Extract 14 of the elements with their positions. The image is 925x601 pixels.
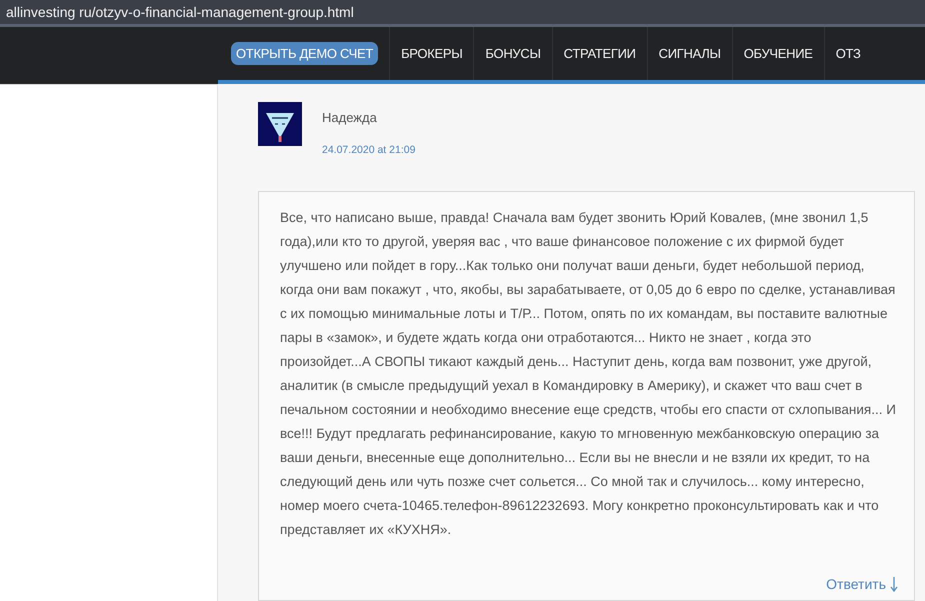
avatar-icon (258, 102, 302, 146)
reply-link[interactable]: Ответить (826, 576, 886, 592)
nav-link[interactable]: СТРАТЕГИИ (564, 46, 636, 61)
nav-link[interactable]: ОБУЧЕНИЕ (744, 46, 813, 61)
address-bar[interactable]: allinvesting ru/otzyv-o-financial-management-group.html (0, 0, 925, 27)
comment-text: Все, что написано выше, правда! Сначала вам будет звонить Юрий Ковалев, (мне звонил 1,5 года),или кто то другой, уверяя вас , что ваше финансовое положение с их фирмой будет улучшено или пойдет в гору...Как только они получат ваши деньги, будет небольшой период, когда они вам покажут , что, якобы, вы зарабатываете, от 0,05 до 6 евро по сделке, устанавливая с их помощью минимальные лоты и Т/Р... Потом, опять по их командам, вы поставите валютные пары в «замок», и будете ждать когда они отработаются... Никто не знает , когда это произойдет...А СВОПЫ тикают каждый день... Наступит день, когда вам позвонит, уже другой, аналитик (в смысле предыдущий уехал в Командировку в Америку), и скажет что ваш счет в печальном состоянии и необходимо внесение еще средств, чтобы его спасти от схлопывания... И все!!! Будут предлагать рефинансирование, какую то мгновенную межбанковскую операцию за ваши деньги, внесенные еще дополнительно... Если вы не внесли и не взяли их кредит, то на следующий день или чуть позже счет сольется... Со мной так и случилось... кому интересно, номер моего счета-10465.телефон-89612232693. Могу конкретно проконсультировать как и что представляет их «КУХНЯ». (280, 209, 897, 539)
demo-account-button[interactable]: ОТКРЫТЬ ДЕМО СЧЕТ (231, 42, 378, 65)
nav-link[interactable]: СИГНАЛЫ (658, 46, 721, 61)
nav-link[interactable]: БРОКЕРЫ (401, 46, 462, 61)
nav-link[interactable]: ОТЗ (836, 46, 861, 61)
arrow-down-icon (890, 576, 898, 592)
comment-date-link[interactable]: 24.07.2020 at 21:09 (322, 144, 416, 156)
comment-author: Надежда (322, 110, 378, 125)
nav-link[interactable]: БОНУСЫ (485, 46, 541, 61)
